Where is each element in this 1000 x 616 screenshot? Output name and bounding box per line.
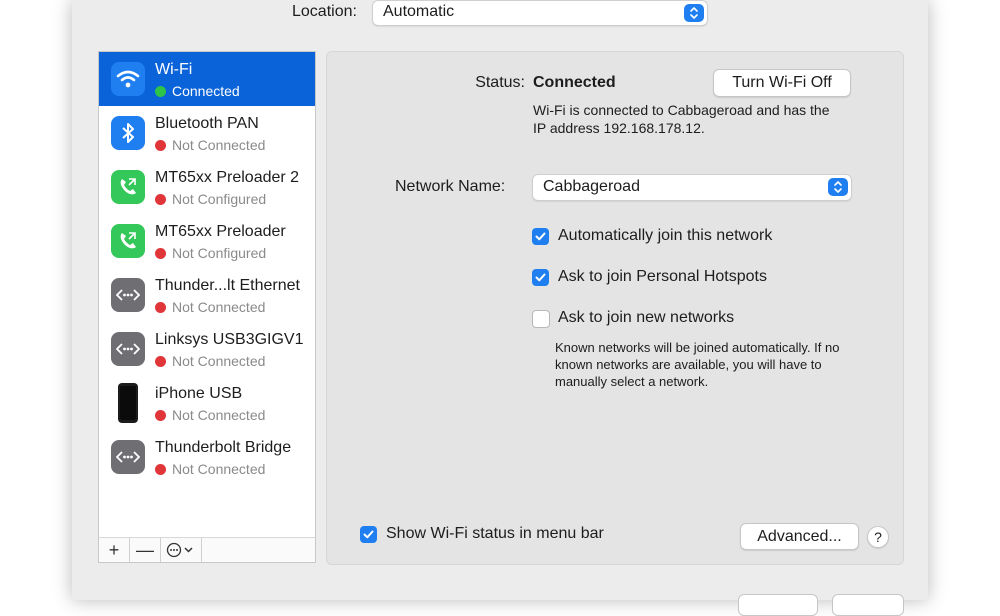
service-status: Connected	[155, 83, 240, 99]
status-dot-icon	[155, 464, 166, 475]
service-status: Not Connected	[155, 137, 265, 153]
personal-hotspots-checkbox[interactable]	[532, 269, 549, 286]
network-name-label: Network Name:	[395, 178, 506, 195]
location-label: Location:	[292, 3, 357, 20]
service-name: Wi-Fi	[155, 61, 193, 78]
service-name: Linksys USB3GIGV1	[155, 331, 304, 348]
status-value: Connected	[533, 74, 616, 91]
help-button[interactable]: ?	[867, 526, 889, 548]
service-name: Thunderbolt Bridge	[155, 439, 292, 456]
network-name-select[interactable]: Cabbageroad	[532, 174, 852, 201]
service-item-thunderbolt-bridge[interactable]: Thunderbolt Bridge Not Connected	[99, 430, 315, 484]
service-list-toolbar: + —	[98, 537, 316, 563]
status-description: Wi-Fi is connected to Cabbageroad and ha…	[533, 102, 830, 136]
wifi-detail-pane: Status: Connected Turn Wi-Fi Off Wi-Fi i…	[326, 51, 904, 565]
personal-hotspots-label: Ask to join Personal Hotspots	[558, 268, 767, 285]
auto-join-checkbox[interactable]	[532, 228, 549, 245]
service-status: Not Connected	[155, 461, 265, 477]
ethernet-icon	[111, 278, 145, 312]
status-label: Status:	[475, 74, 525, 91]
turn-wifi-off-button[interactable]: Turn Wi-Fi Off	[713, 69, 851, 97]
iphone-icon	[111, 383, 145, 423]
service-status: Not Configured	[155, 191, 266, 207]
service-item-linksys-usb3gigv1[interactable]: Linksys USB3GIGV1 Not Connected	[99, 322, 315, 376]
status-dot-icon	[155, 302, 166, 313]
service-name: MT65xx Preloader 2	[155, 169, 300, 186]
service-item-mt65xx-preloader-2[interactable]: MT65xx Preloader 2 Not Configured	[99, 160, 315, 214]
new-networks-checkbox[interactable]	[532, 310, 550, 328]
service-name: iPhone USB	[155, 385, 243, 402]
service-item-thunderbolt-ethernet[interactable]: Thunder...lt Ethernet Not Connected	[99, 268, 315, 322]
ethernet-icon	[111, 440, 145, 474]
status-dot-icon	[155, 410, 166, 421]
status-dot-icon	[155, 194, 166, 205]
new-networks-label: Ask to join new networks	[558, 309, 735, 326]
service-status: Not Connected	[155, 407, 265, 423]
bluetooth-icon	[111, 116, 145, 150]
phone-icon	[111, 224, 145, 258]
service-item-wifi[interactable]: Wi-Fi Connected	[99, 52, 315, 106]
service-name: Bluetooth PAN	[155, 115, 259, 132]
advanced-button[interactable]: Advanced...	[740, 523, 859, 550]
show-wifi-status-label: Show Wi-Fi status in menu bar	[386, 525, 604, 542]
service-status: Not Connected	[155, 353, 265, 369]
status-dot-icon	[155, 86, 166, 97]
remove-service-button[interactable]: —	[130, 538, 161, 562]
service-name: Thunder...lt Ethernet	[155, 277, 300, 294]
service-item-mt65xx-preloader[interactable]: MT65xx Preloader Not Configured	[99, 214, 315, 268]
ellipsis-circle-icon	[166, 542, 193, 558]
checkmark-icon	[535, 232, 546, 241]
wifi-icon	[111, 62, 145, 96]
apply-button[interactable]	[832, 594, 904, 616]
checkmark-icon	[363, 530, 374, 539]
network-preferences-window: Location: Automatic Wi-Fi Connected Blue…	[72, 0, 928, 616]
status-dot-icon	[155, 140, 166, 151]
updown-chevron-icon	[828, 178, 848, 196]
status-dot-icon	[155, 356, 166, 367]
service-status: Not Configured	[155, 245, 266, 261]
service-list: Wi-Fi Connected Bluetooth PAN Not Connec…	[98, 51, 316, 539]
service-item-bluetooth-pan[interactable]: Bluetooth PAN Not Connected	[99, 106, 315, 160]
service-name: MT65xx Preloader	[155, 223, 286, 240]
add-service-button[interactable]: +	[99, 538, 130, 562]
service-status: Not Connected	[155, 299, 265, 315]
show-wifi-status-checkbox[interactable]	[360, 526, 377, 543]
status-dot-icon	[155, 248, 166, 259]
updown-chevron-icon	[684, 4, 704, 22]
network-name-value: Cabbageroad	[543, 178, 640, 195]
location-value: Automatic	[383, 3, 455, 20]
service-item-iphone-usb[interactable]: iPhone USB Not Connected	[99, 376, 315, 430]
checkmark-icon	[535, 273, 546, 282]
location-select[interactable]: Automatic	[372, 0, 708, 26]
auto-join-label: Automatically join this network	[558, 227, 773, 244]
ethernet-icon	[111, 332, 145, 366]
phone-icon	[111, 170, 145, 204]
join-networks-note: Known networks will be joined automatica…	[555, 340, 840, 389]
revert-button[interactable]	[738, 594, 818, 616]
action-menu-button[interactable]	[161, 538, 202, 562]
